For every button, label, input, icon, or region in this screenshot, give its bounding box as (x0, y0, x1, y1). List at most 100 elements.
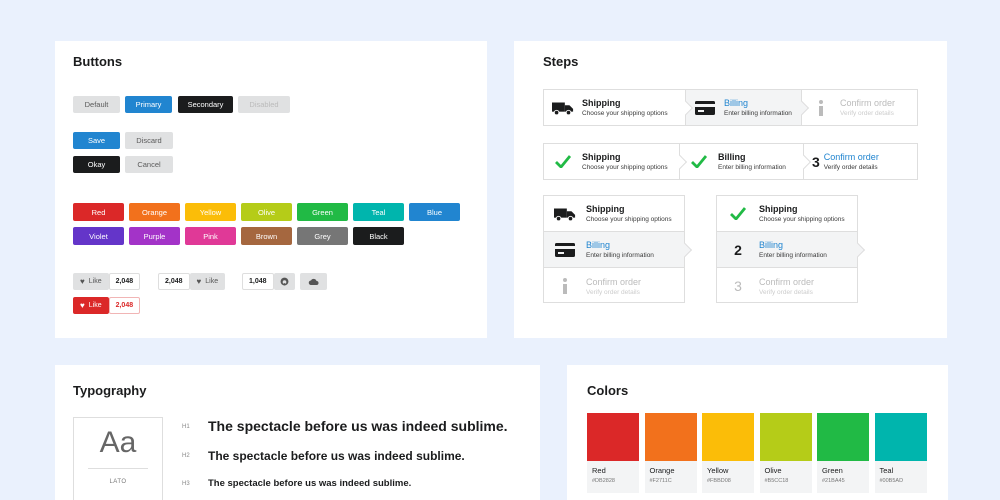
step-description: Verify order details (759, 288, 813, 296)
github-icon (280, 277, 288, 286)
blue-button[interactable]: Blue (409, 203, 460, 221)
github-button[interactable] (273, 273, 295, 290)
steps-completed: Shipping Choose your shipping options Bil… (543, 143, 918, 180)
swatch-name: Olive (764, 466, 782, 475)
step-confirm-order: Confirm order Verify order details (802, 90, 917, 125)
step-title: Billing (724, 98, 749, 108)
swatch-name: Orange (649, 466, 675, 475)
step-title: Confirm order (840, 98, 896, 108)
colors-card: Colors Red #DB2828 Orange #F2711C Yellow #FBB… (567, 365, 948, 500)
green-button[interactable]: Green (297, 203, 348, 221)
swatch-orange: Orange #F2711C (644, 413, 697, 493)
grey-button[interactable]: Grey (297, 227, 348, 245)
purple-button[interactable]: Purple (129, 227, 180, 245)
like-button[interactable]: ♥ Like (189, 273, 226, 290)
like-count-red: 2,048 (108, 297, 141, 314)
swatch-hex: #F2711C (649, 478, 672, 484)
checkmark-icon (727, 207, 749, 220)
swatch-hex: #FBBD08 (707, 478, 731, 484)
h1-sample: The spectacle before us was indeed subli… (208, 418, 508, 434)
step-description: Enter billing information (586, 252, 654, 259)
step-description: Enter billing information (724, 110, 792, 117)
secondary-button[interactable]: Secondary (178, 96, 233, 113)
heart-icon: ♥ (80, 300, 85, 310)
step-title: Shipping (586, 204, 625, 214)
step-title: Shipping (759, 204, 798, 214)
violet-button[interactable]: Violet (73, 227, 124, 245)
buttons-card-title: Buttons (73, 54, 123, 69)
red-button[interactable]: Red (73, 203, 124, 221)
swatch-hex: #21BA45 (822, 478, 845, 484)
step-shipping[interactable]: Shipping Choose your shipping options (544, 196, 684, 232)
black-button[interactable]: Black (353, 227, 404, 245)
buttons-card: Buttons Default Primary Secondary Disabl… (55, 41, 487, 338)
h2-label: H2 (182, 453, 190, 459)
orange-button[interactable]: Orange (129, 203, 180, 221)
primary-button[interactable]: Primary (125, 96, 172, 113)
okay-button[interactable]: Okay (73, 156, 120, 173)
step-number: 2 (734, 241, 742, 258)
step-title: Confirm order (759, 276, 815, 287)
heart-icon: ♥ (196, 276, 202, 286)
step-billing[interactable]: Billing Enter billing information (544, 232, 693, 268)
h3-label: H3 (182, 481, 190, 487)
swatch-name: Teal (879, 466, 894, 475)
truck-icon (554, 206, 576, 222)
yellow-button[interactable]: Yellow (185, 203, 236, 221)
swatch-teal: Teal #00B5AD (874, 413, 927, 493)
swatch-color (874, 413, 927, 461)
swatch-color (759, 413, 812, 461)
like-label: Like (88, 302, 102, 309)
step-description: Verify order details (840, 110, 894, 117)
step-description: Choose your shipping options (586, 216, 672, 223)
default-button[interactable]: Default (73, 96, 120, 113)
like-count: 2,048 (108, 273, 141, 290)
step-title: Shipping (582, 98, 621, 108)
teal-button[interactable]: Teal (353, 203, 404, 221)
swatch-color (587, 413, 639, 461)
step-number: 3 (812, 153, 820, 170)
swatch-hex: #DB2828 (592, 478, 615, 484)
like-button-group-red[interactable]: ♥ Like 2,048 (73, 297, 141, 314)
pink-button[interactable]: Pink (185, 227, 236, 245)
cloud-icon (308, 278, 319, 285)
swatch-name: Red (592, 466, 606, 475)
step-title: Confirm order (586, 276, 642, 287)
swatch-name: Green (822, 466, 843, 475)
step-description: Choose your shipping options (759, 216, 845, 223)
swatch-color (702, 413, 754, 461)
font-sample-box: Aa LATO (73, 417, 163, 500)
swatch-color (817, 413, 869, 461)
like-button-group-2[interactable]: 2,048 ♥ Like (158, 273, 226, 290)
cloud-button[interactable] (300, 273, 327, 290)
step-confirm-order[interactable]: 3 Confirm order Verify order details (804, 144, 917, 179)
step-billing[interactable]: Billing Enter billing information (686, 90, 810, 125)
step-shipping-completed[interactable]: Shipping Choose your shipping options (717, 196, 857, 232)
brown-button[interactable]: Brown (241, 227, 292, 245)
info-icon (554, 278, 576, 294)
discard-button[interactable]: Discard (125, 132, 173, 149)
step-title: Billing (759, 240, 784, 250)
save-button[interactable]: Save (73, 132, 120, 149)
like-button-group-1[interactable]: ♥ Like 2,048 (73, 273, 141, 290)
font-name: LATO (109, 479, 127, 485)
olive-button[interactable]: Olive (241, 203, 292, 221)
step-title: Confirm order (823, 152, 879, 162)
cancel-button[interactable]: Cancel (125, 156, 173, 173)
step-billing-completed[interactable]: Billing Enter billing information (680, 144, 812, 179)
github-button-group[interactable]: 1,048 (242, 273, 295, 290)
step-confirm-order: 3 Confirm order Verify order details (717, 268, 857, 304)
step-shipping[interactable]: Shipping Choose your shipping options (544, 90, 694, 125)
swatch-hex: #B5CC18 (764, 478, 789, 484)
like-count: 2,048 (158, 273, 190, 290)
truck-icon (552, 100, 574, 116)
like-button-red[interactable]: ♥ Like (73, 297, 109, 314)
like-button[interactable]: ♥ Like (73, 273, 109, 290)
credit-card-icon (694, 100, 716, 115)
font-sample: Aa (99, 426, 137, 459)
step-shipping-completed[interactable]: Shipping Choose your shipping options (544, 144, 688, 179)
step-number: 3 (734, 278, 742, 294)
step-billing[interactable]: 2 Billing Enter billing information (717, 232, 866, 268)
h1-label: H1 (182, 424, 190, 430)
step-confirm-order: Confirm order Verify order details (544, 268, 684, 304)
